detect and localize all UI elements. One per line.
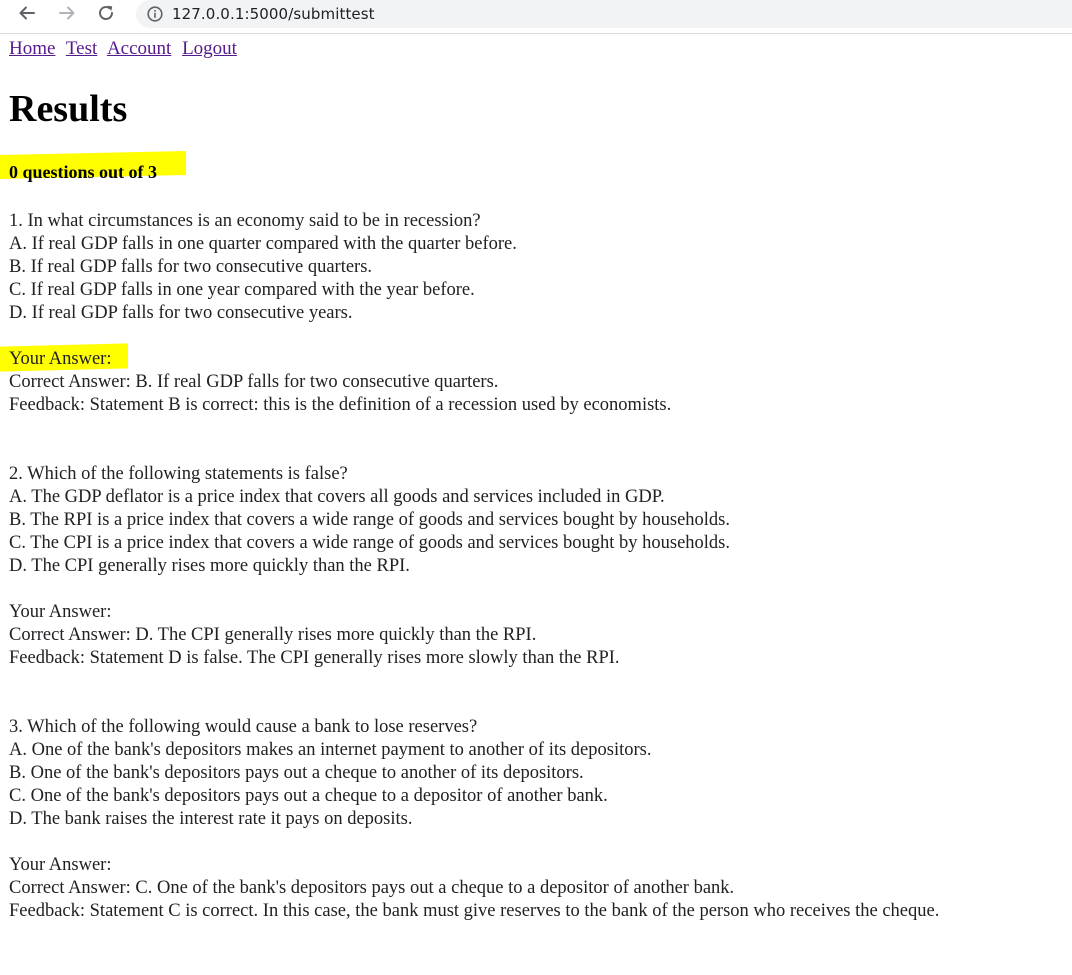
option-c: C. If real GDP falls in one year compare… bbox=[9, 280, 475, 300]
option-c: C. The CPI is a price index that covers … bbox=[9, 533, 731, 553]
top-nav: Home Test Account Logout bbox=[9, 36, 1064, 62]
option-b: B. One of the bank's depositors pays out… bbox=[9, 763, 584, 783]
url-text[interactable]: 127.0.0.1:5000/submittest bbox=[172, 5, 375, 23]
nav-link-account[interactable]: Account bbox=[107, 38, 171, 59]
your-answer-label: Your Answer: bbox=[9, 855, 112, 875]
option-b: B. If real GDP falls for two consecutive… bbox=[9, 257, 373, 277]
address-bar[interactable]: 127.0.0.1:5000/submittest bbox=[136, 0, 1072, 28]
browser-toolbar: 127.0.0.1:5000/submittest bbox=[0, 0, 1072, 30]
question-text: 1. In what circumstances is an economy s… bbox=[9, 211, 481, 231]
page-title: Results bbox=[9, 88, 128, 130]
correct-answer: Correct Answer: B. If real GDP falls for… bbox=[9, 372, 499, 392]
option-a: A. If real GDP falls in one quarter comp… bbox=[9, 234, 517, 254]
question-block: 3. Which of the following would cause a … bbox=[9, 716, 1069, 969]
option-c: C. One of the bank's depositors pays out… bbox=[9, 786, 608, 806]
forward-button[interactable] bbox=[54, 1, 80, 25]
questions-list: 1. In what circumstances is an economy s… bbox=[9, 210, 1069, 969]
correct-answer: Correct Answer: D. The CPI generally ris… bbox=[9, 625, 537, 645]
question-text: 3. Which of the following would cause a … bbox=[9, 717, 478, 737]
nav-link-test[interactable]: Test bbox=[66, 38, 97, 59]
option-d: D. The CPI generally rises more quickly … bbox=[9, 556, 410, 576]
back-button[interactable] bbox=[14, 1, 40, 25]
feedback: Feedback: Statement B is correct: this i… bbox=[9, 395, 672, 415]
question-text: 2. Which of the following statements is … bbox=[9, 464, 348, 484]
your-answer-label: Your Answer: bbox=[9, 349, 112, 369]
feedback: Feedback: Statement C is correct. In thi… bbox=[9, 901, 940, 921]
nav-link-home[interactable]: Home bbox=[9, 38, 55, 59]
score-text: 0 questions out of 3 bbox=[9, 162, 158, 182]
feedback: Feedback: Statement D is false. The CPI … bbox=[9, 648, 620, 668]
option-a: A. The GDP deflator is a price index tha… bbox=[9, 487, 665, 507]
reload-button[interactable] bbox=[93, 1, 119, 25]
nav-link-logout[interactable]: Logout bbox=[182, 38, 237, 59]
forward-arrow-icon bbox=[59, 6, 75, 20]
info-icon[interactable] bbox=[147, 6, 163, 22]
option-d: D. If real GDP falls for two consecutive… bbox=[9, 303, 353, 323]
back-arrow-icon bbox=[19, 6, 35, 20]
question-block: 1. In what circumstances is an economy s… bbox=[9, 210, 1069, 463]
option-b: B. The RPI is a price index that covers … bbox=[9, 510, 731, 530]
toolbar-divider bbox=[0, 33, 1072, 34]
reload-icon bbox=[99, 5, 113, 20]
question-block: 2. Which of the following statements is … bbox=[9, 463, 1069, 716]
correct-answer: Correct Answer: C. One of the bank's dep… bbox=[9, 878, 735, 898]
your-answer-label: Your Answer: bbox=[9, 602, 112, 622]
option-a: A. One of the bank's depositors makes an… bbox=[9, 740, 652, 760]
option-d: D. The bank raises the interest rate it … bbox=[9, 809, 413, 829]
page-content: Home Test Account Logout Results 0 quest… bbox=[0, 36, 1064, 921]
